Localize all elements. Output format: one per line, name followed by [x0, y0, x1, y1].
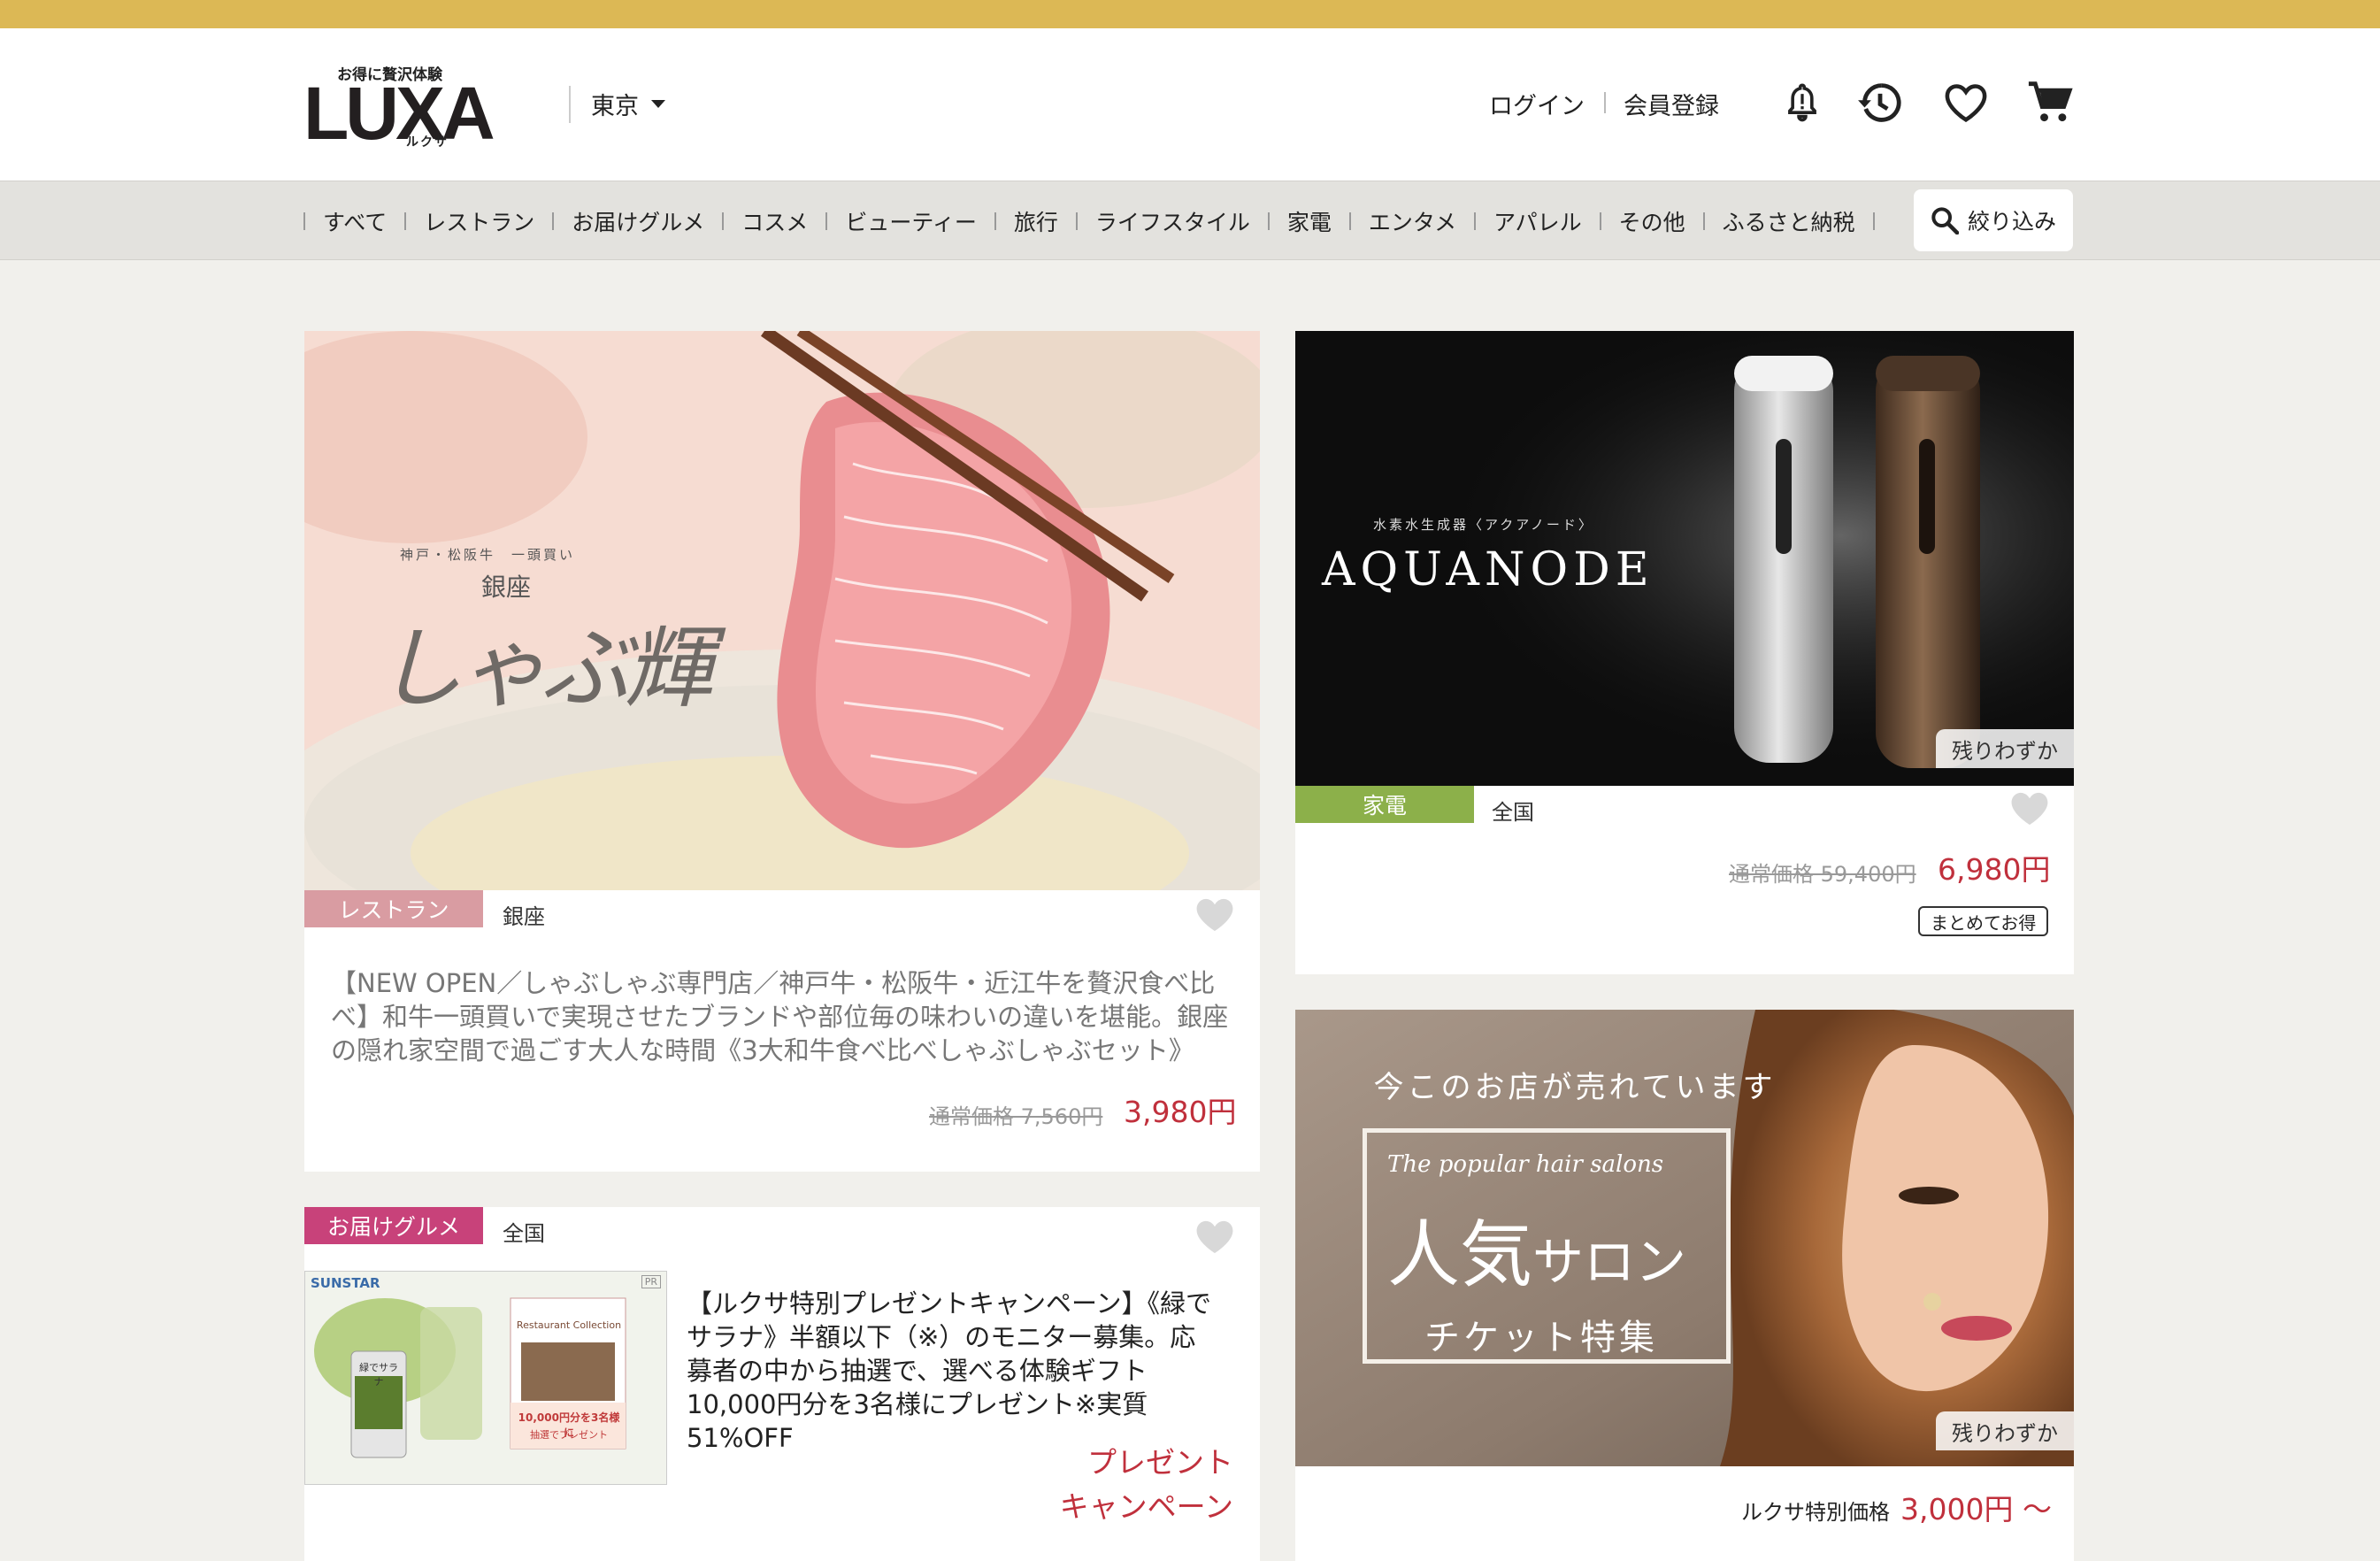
- low-stock-badge: 残りわずか: [1936, 1411, 2074, 1450]
- area-label: 銀座: [503, 904, 545, 929]
- low-stock-badge: 残りわずか: [1936, 729, 2074, 768]
- nav-divider: [1267, 212, 1270, 230]
- ad-pr-label: PR: [641, 1275, 661, 1288]
- nav-item-entertainment[interactable]: エンタメ: [1369, 205, 1456, 237]
- ad-box-title: Restaurant Collection: [516, 1319, 622, 1331]
- nav-divider: [825, 212, 828, 230]
- nav-item-travel[interactable]: 旅行: [1014, 205, 1058, 237]
- ad-box-line2: 抽選でプレゼント: [530, 1429, 608, 1441]
- nav-item-all[interactable]: すべて: [323, 205, 387, 237]
- deal-card-restaurant[interactable]: 神戸・松阪牛 一頭買い 銀座 しゃぶ輝 レストラン 銀座 【NEW OPEN／し…: [304, 331, 1260, 1172]
- sale-price: 6,980円: [1938, 852, 2051, 887]
- heart-icon[interactable]: [1943, 78, 1989, 127]
- deal-card-aquanode[interactable]: 水素水生成器〈アクアノード〉 AQUANODE 残りわずか 家電 全国 通常価格…: [1295, 331, 2074, 974]
- nav-item-appliances[interactable]: 家電: [1287, 205, 1332, 237]
- category-tag: 家電: [1295, 786, 1474, 823]
- nav-divider: [1348, 212, 1351, 230]
- deal-image-salon[interactable]: 今このお店が売れています The popular hair salons 人気 …: [1295, 1010, 2074, 1466]
- aquanode-image-subtitle: 水素水生成器〈アクアノード〉: [1373, 517, 1594, 533]
- feature-card-salon[interactable]: 今このお店が売れています The popular hair salons 人気 …: [1295, 1010, 2074, 1561]
- nav-divider: [1702, 212, 1705, 230]
- nav-item-apparel[interactable]: アパレル: [1493, 205, 1582, 237]
- area-label: 全国: [1492, 800, 1534, 825]
- nav-item-delivery-gourmet[interactable]: お届けグルメ: [572, 205, 704, 237]
- login-link[interactable]: ログイン: [1489, 87, 1585, 121]
- category-tag: お届けグルメ: [304, 1207, 483, 1244]
- special-price-label: ルクサ特別価格: [1741, 1500, 1890, 1525]
- regular-price: 通常価格 59,400円: [1729, 862, 1916, 887]
- ad-brand: SUNSTAR: [311, 1275, 380, 1291]
- aquanode-image-title: AQUANODE: [1322, 543, 1654, 596]
- sale-price: 3,000円 〜: [1900, 1492, 2052, 1526]
- campaign-label-line1: プレゼント: [1087, 1445, 1233, 1480]
- category-tag: レストラン: [304, 890, 483, 927]
- caret-down-icon: [651, 100, 665, 108]
- nav-item-cosmetics[interactable]: コスメ: [741, 205, 808, 237]
- header-link-divider: [1604, 92, 1606, 113]
- area-label: 全国: [503, 1221, 545, 1246]
- sale-price: 3,980円: [1124, 1095, 1237, 1129]
- salon-image-script: The popular hair salons: [1387, 1151, 1664, 1178]
- nav-item-other[interactable]: その他: [1619, 205, 1685, 237]
- nav-divider: [1075, 212, 1078, 230]
- salon-image-sub: チケット特集: [1424, 1318, 1658, 1358]
- nav-item-restaurant[interactable]: レストラン: [424, 205, 534, 237]
- deal-image-restaurant[interactable]: 神戸・松阪牛 一頭買い 銀座 しゃぶ輝: [304, 331, 1260, 890]
- nav-item-furusato[interactable]: ふるさと納税: [1723, 205, 1855, 237]
- deal-description: 【ルクサ特別プレゼントキャンペーン】《緑でサラナ》半額以下（※）のモニター募集。…: [687, 1288, 1212, 1453]
- site-logo[interactable]: お得に贅沢体験 LUXA ルクサ: [303, 62, 495, 150]
- logo-kana: ルクサ: [406, 135, 449, 150]
- location-label: 東京: [591, 93, 639, 120]
- regular-price: 通常価格 7,560円: [929, 1104, 1103, 1129]
- restaurant-image-title: しゃぶ輝: [375, 617, 713, 720]
- deal-card-gourmet[interactable]: お届けグルメ 全国 SUNSTAR PR 緑でサラナ Restaurant Co…: [304, 1207, 1260, 1561]
- top-accent-bar: [0, 0, 2380, 28]
- nav-divider: [404, 212, 407, 230]
- category-nav-list: すべて レストラン お届けグルメ コスメ ビューティー 旅行 ライフスタイル 家…: [303, 205, 1892, 237]
- cart-icon[interactable]: [2027, 78, 2073, 127]
- favorite-heart-icon[interactable]: [1195, 897, 1234, 933]
- bell-icon[interactable]: [1779, 78, 1825, 127]
- nav-item-beauty[interactable]: ビューティー: [845, 205, 977, 237]
- history-icon[interactable]: [1857, 78, 1903, 127]
- salon-image-title-b: サロン: [1532, 1232, 1687, 1292]
- register-link[interactable]: 会員登録: [1624, 87, 1719, 121]
- location-selector[interactable]: 東京: [591, 87, 665, 121]
- logo-text: LUXA: [303, 72, 495, 155]
- deal-image-aquanode[interactable]: 水素水生成器〈アクアノード〉 AQUANODE: [1295, 331, 2074, 786]
- nav-divider: [1872, 212, 1875, 230]
- nav-divider: [722, 212, 725, 230]
- filter-button[interactable]: 絞り込み: [1914, 189, 2073, 251]
- nav-divider: [1474, 212, 1477, 230]
- deal-description: 【NEW OPEN／しゃぶしゃぶ専門店／神戸牛・松阪牛・近江牛を贅沢食べ比べ】和…: [331, 968, 1229, 1065]
- nav-divider: [1599, 212, 1601, 230]
- bundle-deal-badge[interactable]: まとめてお得: [1918, 906, 2049, 936]
- salon-image-heading: 今このお店が売れています: [1373, 1070, 1777, 1105]
- deal-image-gourmet[interactable]: SUNSTAR PR 緑でサラナ Restaurant Collection 1…: [304, 1271, 667, 1485]
- ad-can-label: 緑でサラナ: [359, 1362, 398, 1388]
- nav-divider: [552, 212, 555, 230]
- favorite-heart-icon[interactable]: [1195, 1219, 1234, 1255]
- restaurant-image-subtitle: 神戸・松阪牛 一頭買い: [400, 547, 576, 563]
- campaign-label-line2: キャンペーン: [1059, 1489, 1233, 1524]
- search-icon: [1931, 207, 1959, 235]
- filter-label: 絞り込み: [1967, 209, 2056, 235]
- nav-item-lifestyle[interactable]: ライフスタイル: [1095, 205, 1250, 237]
- nav-divider: [994, 212, 996, 230]
- salon-image-title-a: 人気: [1387, 1213, 1533, 1297]
- location-divider: [569, 86, 571, 123]
- salon-image-title: 人気 サロン: [1387, 1196, 1686, 1301]
- nav-divider: [303, 212, 305, 230]
- favorite-heart-icon[interactable]: [2010, 791, 2049, 827]
